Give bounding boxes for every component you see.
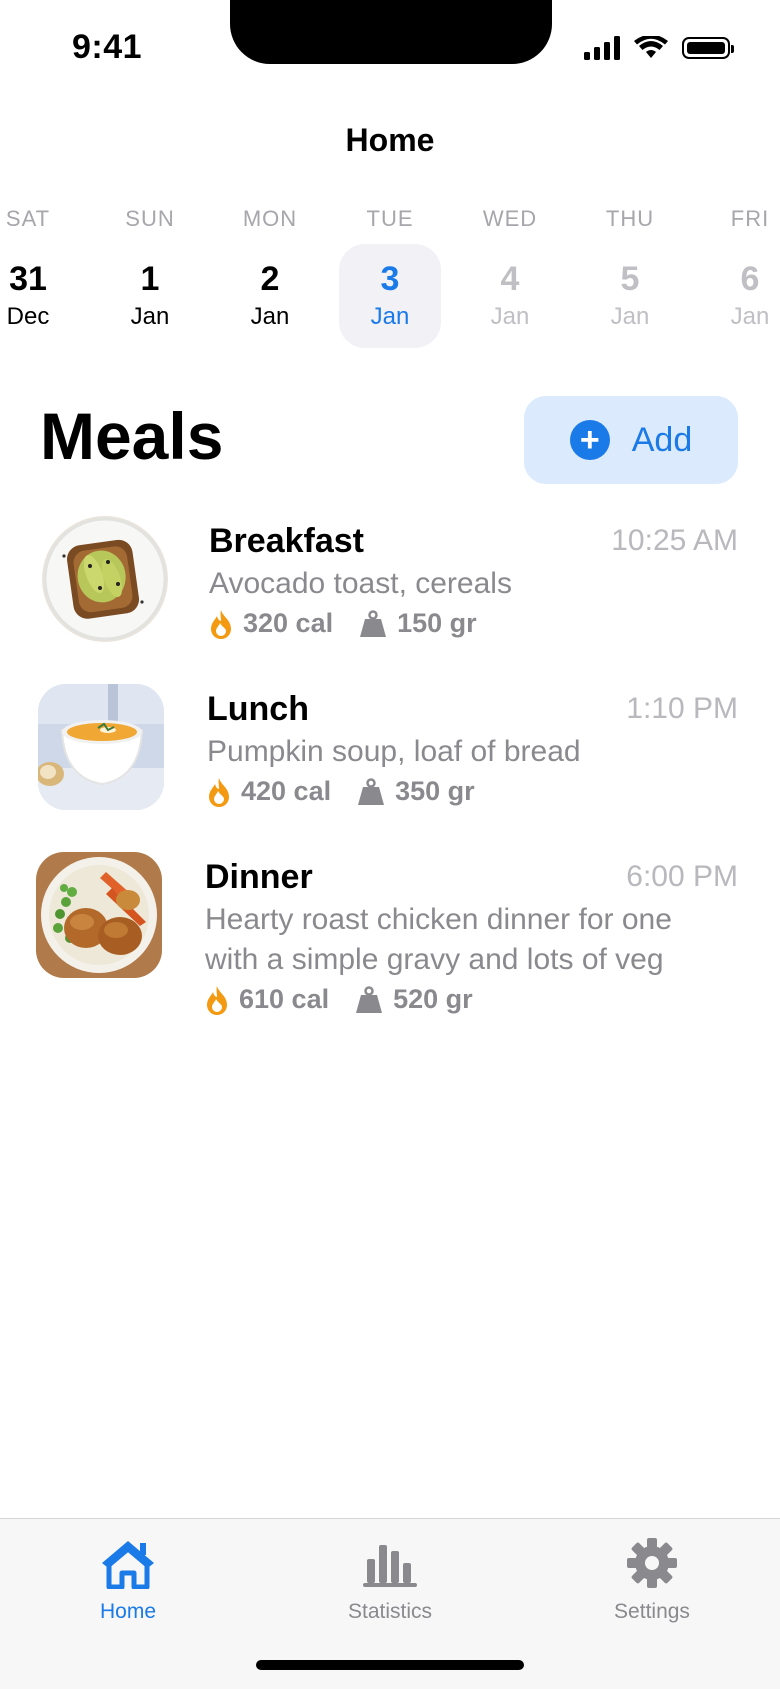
add-meal-button[interactable]: + Add (524, 396, 738, 484)
meal-time: 10:25 AM (611, 524, 738, 557)
date-day-number: 5 (620, 260, 640, 298)
flame-icon (207, 985, 227, 1015)
date-month: Jan (130, 303, 170, 330)
date-item-wed[interactable]: WED 4 Jan (450, 206, 570, 331)
date-month: Jan (490, 303, 530, 330)
calories-info: 420 cal (207, 776, 331, 807)
weight-icon (356, 985, 383, 1013)
section-title: Meals (40, 399, 224, 473)
wifi-icon (634, 36, 668, 58)
date-day-number: 3 (380, 260, 400, 298)
meal-time: 6:00 PM (626, 860, 738, 893)
calories-info: 320 cal (209, 608, 333, 639)
date-weekday: MON (242, 206, 298, 231)
date-item-thu[interactable]: THU 5 Jan (570, 206, 690, 331)
page-title: Home (345, 122, 435, 158)
date-day-number: 1 (140, 260, 160, 298)
calories-value: 610 cal (239, 984, 330, 1014)
date-day-number: 31 (9, 260, 47, 298)
meal-description: Hearty roast chicken dinner for one with… (205, 900, 705, 980)
tab-label: Settings (614, 1600, 690, 1623)
date-month: Dec (6, 303, 50, 330)
weight-icon (358, 777, 385, 805)
date-weekday: THU (605, 206, 655, 231)
status-time: 9:41 (72, 28, 143, 66)
bar-chart-icon (363, 1545, 417, 1587)
tab-label: Home (99, 1600, 157, 1623)
date-month: Jan (250, 303, 290, 330)
weight-value: 350 gr (395, 776, 475, 806)
flame-icon (211, 609, 231, 639)
calories-value: 420 cal (241, 776, 332, 806)
date-day-number: 4 (500, 260, 520, 298)
tab-home[interactable]: Home (48, 1537, 208, 1624)
meal-description-line: Hearty roast chicken dinner for one (205, 903, 672, 936)
date-day-number: 6 (740, 260, 760, 298)
gear-icon (627, 1538, 677, 1588)
weight-info: 520 gr (355, 984, 473, 1015)
date-weekday: TUE (366, 206, 414, 231)
flame-icon (209, 777, 229, 807)
cellular-signal-icon (584, 36, 620, 60)
date-weekday: SAT (5, 206, 51, 231)
weight-info: 150 gr (359, 608, 477, 639)
date-day-number: 2 (260, 260, 280, 298)
date-weekday: WED (482, 206, 538, 231)
date-month: Jan (610, 303, 650, 330)
meal-description: Pumpkin soup, loaf of bread (207, 735, 581, 768)
tab-statistics[interactable]: Statistics (310, 1537, 470, 1624)
meal-photo-lunch (38, 684, 164, 810)
house-icon (102, 1541, 154, 1590)
meal-description-line: with a simple gravy and lots of veg (205, 943, 664, 976)
calories-info: 610 cal (205, 984, 329, 1015)
weight-icon (360, 609, 387, 637)
date-item-tue[interactable]: TUE 3 Jan (330, 206, 450, 331)
date-item-mon[interactable]: MON 2 Jan (210, 206, 330, 331)
meal-meta: 320 cal 150 gr (209, 608, 503, 639)
weight-value: 150 gr (397, 608, 477, 638)
battery-icon (682, 37, 734, 59)
meal-name: Dinner (205, 858, 313, 896)
tab-settings[interactable]: Settings (572, 1537, 732, 1624)
date-weekday: SUN (125, 206, 175, 231)
date-month: Jan (730, 303, 770, 330)
meal-name: Lunch (207, 690, 309, 728)
plus-circle-icon: + (569, 420, 610, 460)
home-indicator (256, 1660, 524, 1670)
date-month: Jan (370, 303, 410, 330)
weight-info: 350 gr (357, 776, 475, 807)
meal-meta: 610 cal 520 gr (205, 984, 499, 1015)
date-item-fri[interactable]: FRI 6 Jan (690, 206, 780, 331)
date-item-sun[interactable]: SUN 1 Jan (90, 206, 210, 331)
meal-name: Breakfast (209, 522, 364, 560)
meal-description: Avocado toast, cereals (209, 567, 512, 600)
add-button-label: Add (631, 420, 693, 459)
weight-value: 520 gr (393, 984, 473, 1014)
meal-photo-dinner (36, 852, 162, 978)
device-notch (230, 0, 552, 64)
date-weekday: FRI (730, 206, 770, 231)
meal-meta: 420 cal 350 gr (207, 776, 501, 807)
date-item-sat[interactable]: SAT 31 Dec (0, 206, 88, 331)
calories-value: 320 cal (243, 608, 334, 638)
tab-label: Statistics (347, 1600, 433, 1623)
status-icons (584, 36, 734, 60)
meal-time: 1:10 PM (626, 692, 738, 725)
meal-photo-breakfast (42, 516, 168, 642)
